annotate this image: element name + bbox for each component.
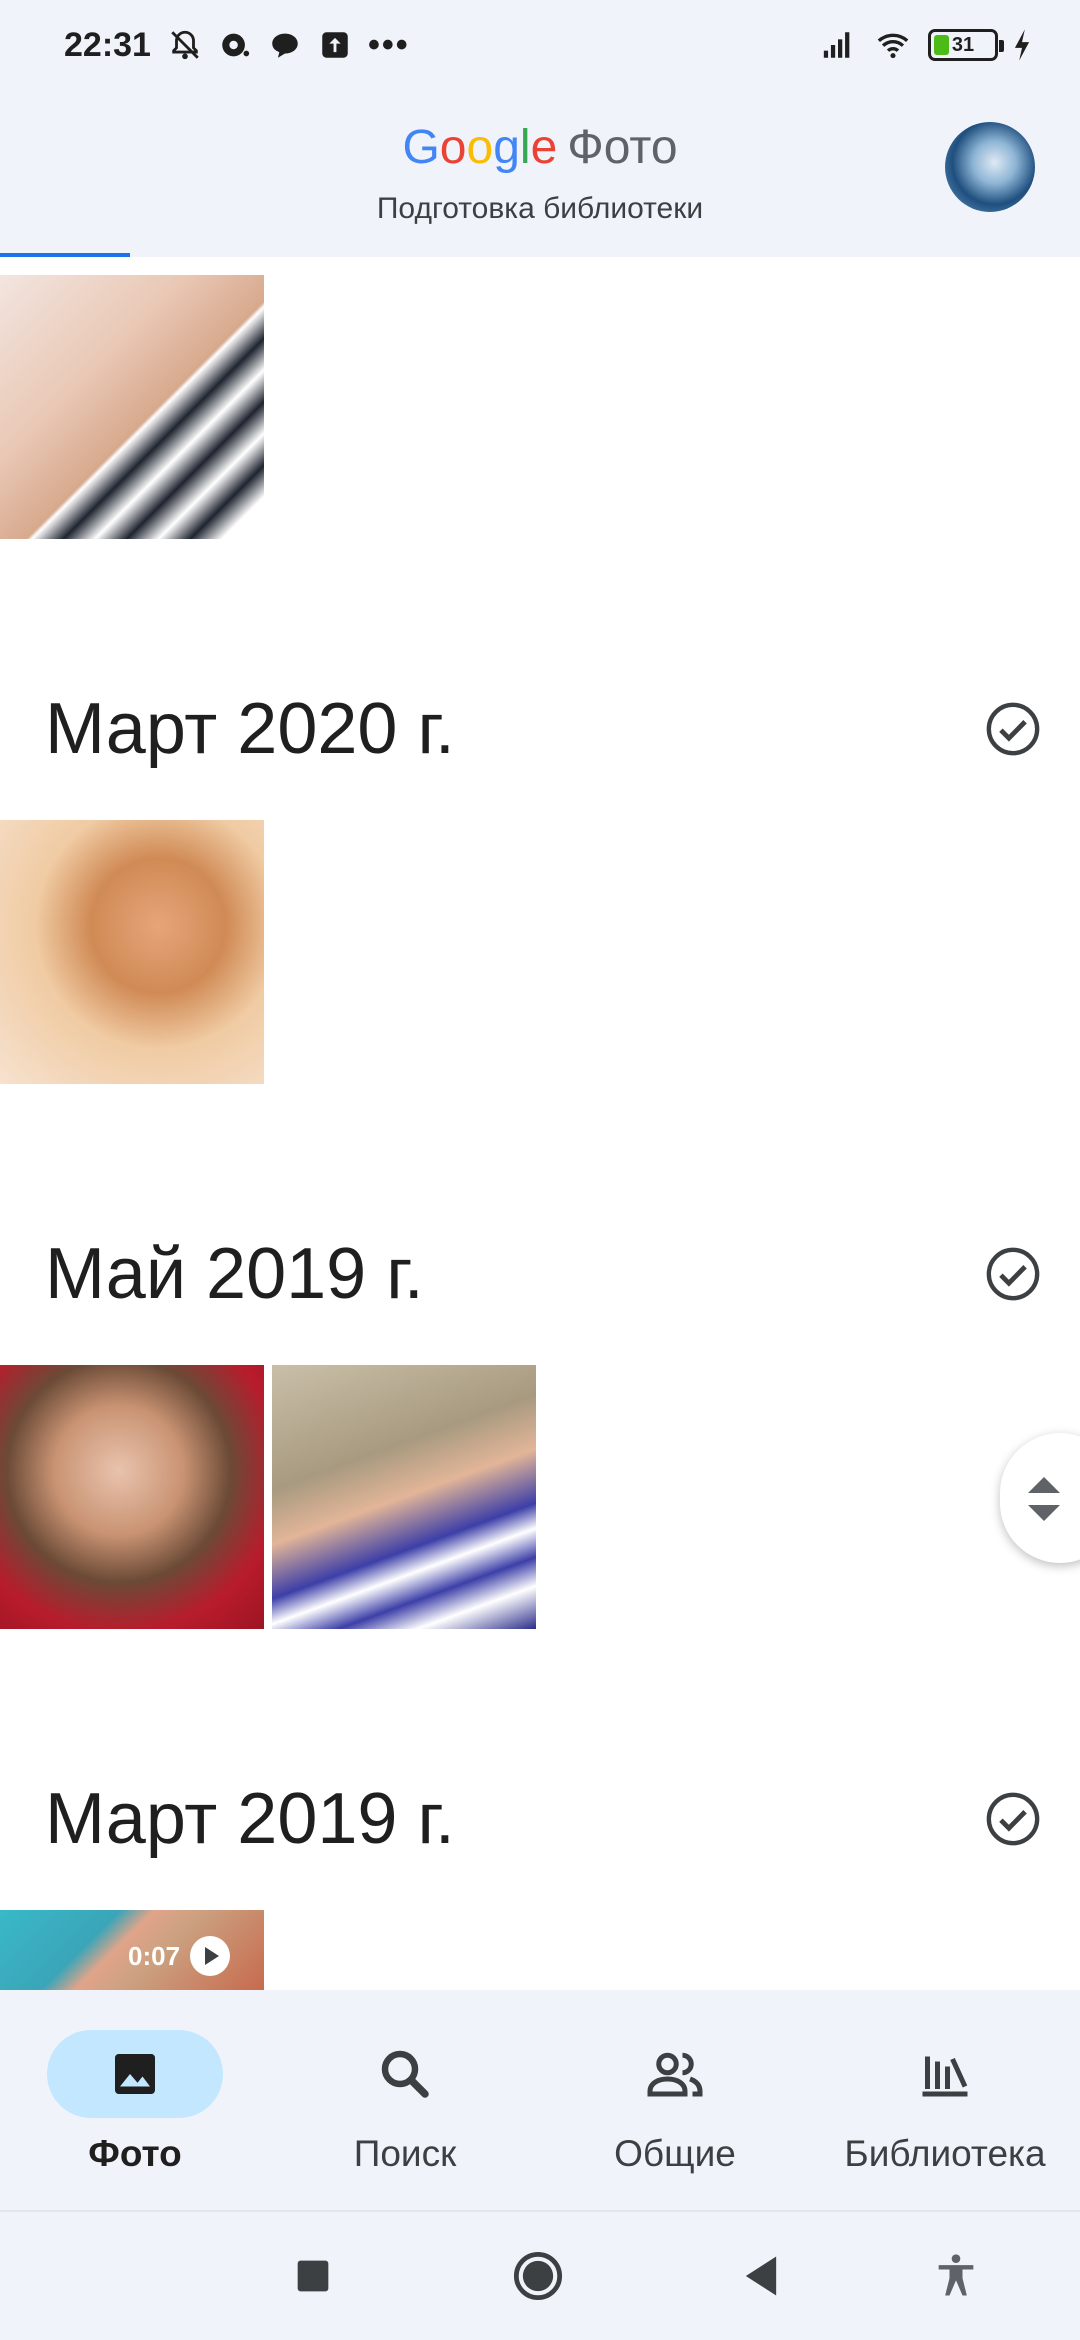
select-section-check-icon[interactable] — [984, 1245, 1042, 1303]
overflow-dots: ••• — [368, 26, 410, 64]
section-title: Март 2019 г. — [45, 1779, 455, 1859]
brand-letter: e — [530, 121, 558, 174]
app-logo: Google Фото — [0, 120, 1080, 175]
status-bar: 22:31 ••• 31 — [0, 0, 1080, 100]
people-icon — [647, 2052, 703, 2097]
photo-thumbnail[interactable] — [0, 275, 264, 539]
account-avatar[interactable] — [945, 122, 1035, 212]
nav-label: Библиотека — [844, 2133, 1046, 2174]
status-icons-left: ••• — [168, 28, 410, 62]
nav-label: Фото — [88, 2133, 182, 2174]
brand-letter: g — [493, 121, 520, 174]
nav-label: Общие — [614, 2133, 736, 2174]
signal-icon — [818, 28, 858, 62]
scroll-arrows-icon — [1028, 1477, 1060, 1521]
nav-tab-library[interactable]: Библиотека — [810, 2010, 1080, 2200]
status-time: 22:31 — [64, 26, 151, 64]
brand-letter: o — [439, 121, 467, 174]
battery-icon: 31 — [928, 29, 1004, 61]
notification-icon — [218, 28, 252, 62]
select-section-check-icon[interactable] — [984, 1790, 1042, 1848]
library-icon — [922, 2056, 968, 2097]
bottom-navigation: Фото Поиск Общие Библиотека — [0, 1990, 1080, 2210]
recents-icon[interactable] — [290, 2253, 336, 2299]
video-badge: 0:07 — [128, 1936, 231, 1976]
google-wordmark: Google — [402, 121, 557, 174]
battery-level: 31 — [951, 33, 975, 56]
accessibility-icon[interactable] — [930, 2250, 982, 2302]
photo-thumbnail[interactable] — [272, 1365, 536, 1629]
charging-icon — [1012, 28, 1032, 62]
product-name: Фото — [567, 121, 678, 174]
upload-icon — [318, 28, 352, 62]
photo-thumbnail[interactable] — [0, 820, 264, 1084]
system-navigation-bar — [0, 2212, 1080, 2340]
chat-icon — [268, 28, 302, 62]
nav-tab-search[interactable]: Поиск — [270, 2010, 540, 2200]
photo-icon — [115, 2054, 155, 2094]
select-section-check-icon[interactable] — [984, 700, 1042, 758]
brand-letter: l — [519, 121, 531, 174]
home-icon[interactable] — [512, 2250, 564, 2302]
section-title: Май 2019 г. — [45, 1234, 424, 1314]
video-duration: 0:07 — [128, 1940, 181, 1971]
nav-label: Поиск — [353, 2133, 457, 2174]
progress-fill — [0, 253, 130, 257]
section-title: Март 2020 г. — [45, 689, 455, 769]
search-icon — [381, 2050, 429, 2098]
play-icon — [190, 1936, 231, 1976]
brand-letter: G — [402, 121, 440, 174]
library-status: Подготовка библиотеки — [376, 192, 704, 225]
nav-tab-photos[interactable]: Фото — [0, 2010, 270, 2200]
muted-bell-icon — [168, 28, 202, 62]
library-progress-bar — [0, 253, 1080, 257]
app-header: Google Фото Подготовка библиотеки — [0, 100, 1080, 255]
nav-tab-sharing[interactable]: Общие — [540, 2010, 810, 2200]
photo-thumbnail[interactable] — [0, 1365, 264, 1629]
back-icon[interactable] — [735, 2250, 787, 2302]
fast-scroll-handle[interactable] — [1000, 1433, 1080, 1563]
brand-letter: o — [466, 121, 494, 174]
wifi-icon — [872, 28, 914, 62]
status-icons-right: 31 — [818, 28, 1032, 62]
